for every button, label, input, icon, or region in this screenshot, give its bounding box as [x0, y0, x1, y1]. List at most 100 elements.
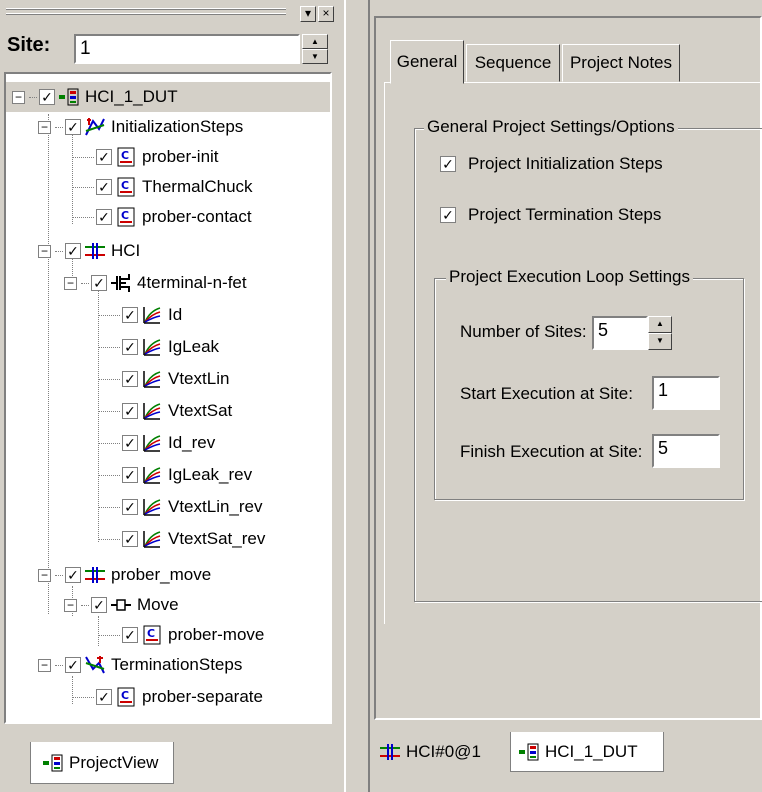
tree-item-vtextsat-rev[interactable]: ✓ VtextSat_rev — [6, 524, 265, 554]
tree-label: IgLeak — [168, 337, 220, 356]
tree-item-vtextsat[interactable]: ✓ VtextSat — [6, 396, 232, 426]
test-icon — [143, 403, 161, 420]
svg-text:C: C — [121, 149, 129, 162]
spin-down-icon[interactable]: ▼ — [302, 49, 328, 64]
tree-label: prober-init — [142, 147, 219, 166]
project-view-panel: ▾ × Site: 1 ▲ ▼ − ✓ HCI_1_DUT − ✓ Initia… — [0, 0, 344, 792]
checkbox-icon[interactable]: ✓ — [122, 499, 138, 515]
checkbox-icon[interactable]: ✓ — [65, 119, 81, 135]
collapse-icon[interactable]: − — [64, 276, 77, 290]
tree-label: prober-separate — [142, 687, 263, 706]
tree-item-hci-1-dut[interactable]: − ✓ HCI_1_DUT — [6, 82, 330, 112]
collapse-icon[interactable]: − — [38, 244, 51, 258]
tree-item-prober-move[interactable]: ✓ C prober-move — [6, 620, 264, 650]
spin-up-icon[interactable]: ▲ — [648, 316, 672, 333]
tree-item-thermalchuck[interactable]: ✓ C ThermalChuck — [6, 172, 253, 202]
tree-label: VtextSat — [168, 401, 233, 420]
tree-item-4terminal-n-fet[interactable]: − ✓ 4terminal-n-fet — [6, 268, 247, 298]
document-tabs: HCI#0@1 HCI_1_DUT — [370, 732, 762, 792]
collapse-icon[interactable]: − — [38, 568, 51, 582]
tree-item-prober-separate[interactable]: ✓ C prober-separate — [6, 682, 263, 712]
checkbox-icon[interactable]: ✓ — [122, 531, 138, 547]
tab-hci-1-dut[interactable]: HCI_1_DUT — [510, 732, 664, 772]
tree-label: Move — [137, 595, 179, 614]
spin-up-icon[interactable]: ▲ — [302, 34, 328, 49]
term-steps-checkbox-row[interactable]: ✓ Project Termination Steps — [440, 205, 661, 225]
site-label: Site: — [7, 34, 51, 56]
move-icon — [111, 599, 131, 611]
tree-item-terminationsteps[interactable]: − ✓ TerminationSteps — [6, 650, 242, 680]
start-site-label: Start Execution at Site: — [460, 384, 633, 403]
tab-sequence[interactable]: Sequence — [466, 44, 560, 82]
tree-item-igleak-rev[interactable]: ✓ IgLeak_rev — [6, 460, 252, 490]
checkbox-icon[interactable]: ✓ — [96, 179, 112, 195]
checkbox-icon[interactable]: ✓ — [91, 597, 107, 613]
tree-item-hci[interactable]: − ✓ HCI — [6, 236, 140, 266]
tree-item-prober-move-subsite[interactable]: − ✓ prober_move — [6, 560, 211, 590]
test-icon — [143, 371, 161, 388]
tree-label: InitializationSteps — [111, 117, 244, 136]
panel-splitter[interactable] — [344, 0, 370, 792]
checkbox-icon[interactable]: ✓ — [122, 403, 138, 419]
tab-label: HCI_1_DUT — [545, 741, 638, 761]
tab-project-notes[interactable]: Project Notes — [562, 44, 680, 82]
float-panel-icon[interactable]: ▾ — [300, 6, 316, 22]
checkbox-icon[interactable]: ✓ — [122, 307, 138, 323]
term-steps-label: Project Termination Steps — [468, 205, 662, 224]
init-steps-checkbox-row[interactable]: ✓ Project Initialization Steps — [440, 154, 663, 174]
tab-general[interactable]: General — [390, 40, 464, 84]
checkbox-icon[interactable]: ✓ — [440, 156, 456, 172]
checkbox-icon[interactable]: ✓ — [122, 435, 138, 451]
checkbox-icon[interactable]: ✓ — [122, 467, 138, 483]
tree-item-vtextlin-rev[interactable]: ✓ VtextLin_rev — [6, 492, 263, 522]
svg-text:C: C — [121, 209, 129, 222]
collapse-icon[interactable]: − — [38, 120, 51, 134]
collapse-icon[interactable]: − — [64, 598, 77, 612]
close-icon[interactable]: × — [318, 6, 334, 22]
tab-label: ProjectView — [69, 752, 159, 772]
tab-projectview[interactable]: ProjectView — [30, 742, 174, 784]
project-icon — [59, 88, 79, 106]
device-icon — [111, 274, 130, 292]
checkbox-icon[interactable]: ✓ — [122, 371, 138, 387]
num-sites-input[interactable]: 5 — [592, 316, 648, 350]
checkbox-icon[interactable]: ✓ — [96, 209, 112, 225]
tree-item-prober-contact[interactable]: ✓ C prober-contact — [6, 202, 252, 232]
script-icon: C — [117, 147, 135, 167]
checkbox-icon[interactable]: ✓ — [91, 275, 107, 291]
tree-label: IgLeak_rev — [168, 465, 253, 484]
checkbox-icon[interactable]: ✓ — [65, 657, 81, 673]
tree-item-id[interactable]: ✓ Id — [6, 300, 182, 330]
init-steps-label: Project Initialization Steps — [468, 154, 663, 173]
finish-site-input[interactable]: 5 — [652, 434, 720, 468]
finish-site-label: Finish Execution at Site: — [460, 442, 643, 461]
tree-item-initializationsteps[interactable]: − ✓ InitializationSteps — [6, 112, 243, 142]
checkbox-icon[interactable]: ✓ — [122, 627, 138, 643]
collapse-icon[interactable]: − — [12, 90, 25, 104]
checkbox-icon[interactable]: ✓ — [96, 689, 112, 705]
site-spinner[interactable]: ▲ ▼ — [302, 34, 328, 64]
tree-label: prober_move — [111, 565, 212, 584]
tree-item-id-rev[interactable]: ✓ Id_rev — [6, 428, 215, 458]
checkbox-icon[interactable]: ✓ — [96, 149, 112, 165]
spin-down-icon[interactable]: ▼ — [648, 333, 672, 350]
project-tree[interactable]: − ✓ HCI_1_DUT − ✓ InitializationSteps ✓ — [4, 72, 332, 724]
num-sites-spinner[interactable]: ▲ ▼ — [648, 316, 672, 350]
checkbox-icon[interactable]: ✓ — [39, 89, 55, 105]
site-input[interactable]: 1 — [74, 34, 300, 64]
svg-text:C: C — [147, 627, 155, 640]
panel-grip[interactable] — [6, 8, 286, 20]
tree-item-prober-init[interactable]: ✓ C prober-init — [6, 142, 219, 172]
tree-item-vtextlin[interactable]: ✓ VtextLin — [6, 364, 229, 394]
checkbox-icon[interactable]: ✓ — [440, 207, 456, 223]
tab-hci-0-1[interactable]: HCI#0@1 — [376, 732, 508, 772]
tree-item-move[interactable]: − ✓ Move — [6, 590, 179, 620]
tree-item-igleak[interactable]: ✓ IgLeak — [6, 332, 219, 362]
checkbox-icon[interactable]: ✓ — [122, 339, 138, 355]
tree-label: Id_rev — [168, 433, 216, 452]
checkbox-icon[interactable]: ✓ — [65, 567, 81, 583]
start-site-input[interactable]: 1 — [652, 376, 720, 410]
checkbox-icon[interactable]: ✓ — [65, 243, 81, 259]
general-settings-title: General Project Settings/Options — [424, 117, 678, 137]
collapse-icon[interactable]: − — [38, 658, 51, 672]
